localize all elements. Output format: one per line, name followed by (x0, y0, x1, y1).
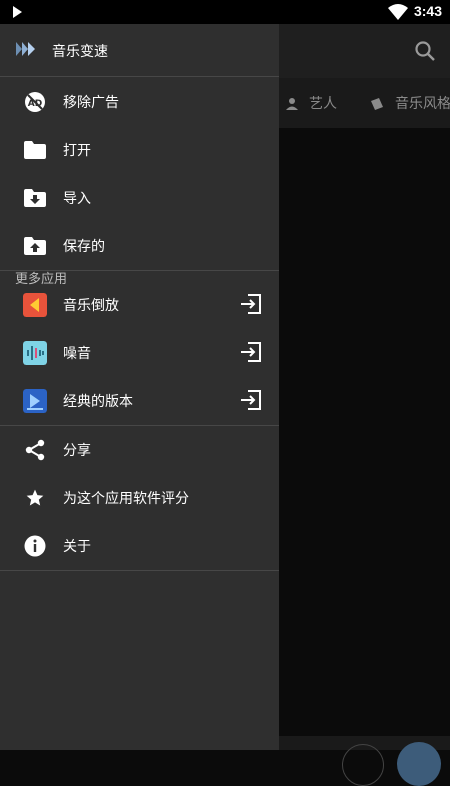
divider (0, 270, 279, 271)
menu-item-label: 保存的 (63, 239, 105, 255)
menu-item-label: 噪音 (63, 346, 91, 362)
app-item-noise[interactable]: 噪音 (0, 329, 279, 377)
status-time: 3:43 (413, 3, 442, 19)
menu-item-label: 为这个应用软件评分 (63, 491, 189, 507)
folder-icon (24, 141, 46, 159)
wifi-icon (388, 4, 408, 20)
app-item-classic-version[interactable]: 经典的版本 (0, 377, 279, 425)
info-icon (24, 535, 46, 557)
menu-item-open[interactable]: 打开 (0, 126, 279, 174)
menu-item-label: 移除广告 (63, 95, 119, 111)
menu-item-import[interactable]: 导入 (0, 174, 279, 222)
import-icon (24, 189, 46, 207)
drawer-title: 音乐变速 (52, 44, 108, 60)
drawer-header: 音乐变速 (0, 24, 279, 77)
open-external-icon[interactable] (240, 341, 262, 363)
bottom-button[interactable] (342, 744, 384, 786)
person-icon (286, 98, 298, 110)
divider (0, 570, 279, 571)
menu-item-label: 导入 (63, 191, 91, 207)
app-toolbar (279, 24, 450, 78)
classic-version-app-icon (23, 389, 47, 413)
menu-item-saved[interactable]: 保存的 (0, 222, 279, 270)
saved-icon (24, 237, 46, 255)
status-bar: 3:43 (0, 0, 450, 24)
share-icon (25, 439, 45, 461)
menu-item-about[interactable]: 关于 (0, 522, 279, 570)
app-item-reverse-music[interactable]: 音乐倒放 (0, 281, 279, 329)
reverse-music-app-icon (23, 293, 47, 317)
menu-item-label: 音乐倒放 (63, 298, 119, 314)
navigation-drawer: 音乐变速 AD 移除广告 打开 导入 保存的 更多应用 音乐倒放 噪音 经典的版… (0, 24, 279, 750)
tab-artists[interactable]: 艺人 (285, 93, 337, 113)
content-area (279, 128, 450, 736)
star-icon (26, 489, 44, 506)
menu-item-rate[interactable]: 为这个应用软件评分 (0, 474, 279, 522)
menu-item-remove-ads[interactable]: AD 移除广告 (0, 78, 279, 126)
tab-label: 音乐风格 (395, 96, 450, 112)
menu-item-label: 打开 (63, 143, 91, 159)
search-icon[interactable] (414, 40, 436, 62)
open-external-icon[interactable] (240, 293, 262, 315)
remove-ads-icon: AD (25, 92, 45, 112)
open-external-icon[interactable] (240, 389, 262, 411)
menu-item-label: 分享 (63, 443, 91, 459)
tab-genres[interactable]: 音乐风格 (369, 93, 450, 113)
menu-item-label: 经典的版本 (63, 394, 133, 410)
genre-icon (371, 98, 383, 110)
category-tabs: 艺人 音乐风格 (279, 78, 450, 128)
menu-item-share[interactable]: 分享 (0, 426, 279, 474)
app-logo-icon (16, 42, 35, 56)
fab-button[interactable] (397, 742, 441, 786)
tab-label: 艺人 (309, 96, 337, 112)
play-icon (13, 6, 22, 18)
noise-app-icon (23, 341, 47, 365)
menu-item-label: 关于 (63, 539, 91, 555)
